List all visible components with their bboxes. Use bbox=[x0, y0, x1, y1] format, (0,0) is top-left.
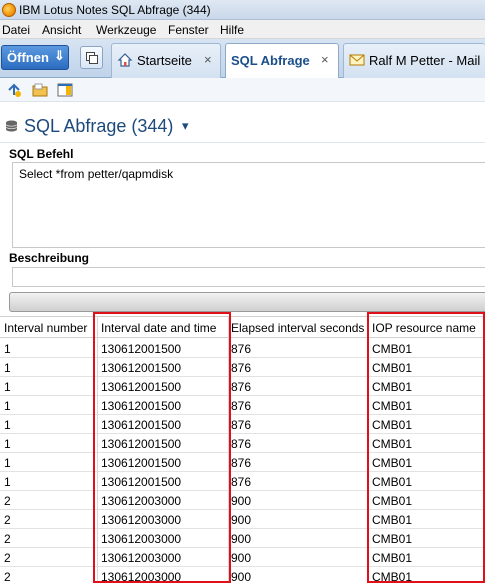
tab-ralf-mail[interactable]: Ralf M Petter - Mail bbox=[343, 43, 485, 78]
view-title: SQL Abfrage (344) bbox=[24, 116, 174, 136]
tab-startseite-label: Startseite bbox=[137, 53, 192, 68]
tab-ralf-mail-label: Ralf M Petter - Mail bbox=[369, 53, 481, 68]
preview-pane-icon[interactable] bbox=[57, 82, 73, 98]
cell-elapsed-seconds: 876 bbox=[231, 418, 252, 432]
cell-elapsed-seconds: 876 bbox=[231, 437, 252, 451]
tab-sql-abfrage[interactable]: SQL Abfrage × bbox=[225, 43, 339, 79]
description-label: Beschreibung bbox=[9, 251, 90, 265]
cell-elapsed-seconds: 876 bbox=[231, 475, 252, 489]
cell-elapsed-seconds: 876 bbox=[231, 399, 252, 413]
sql-command-label: SQL Befehl bbox=[9, 147, 74, 161]
cell-interval-number: 1 bbox=[4, 475, 11, 489]
menu-bar: Datei Ansicht Werkzeuge Fenster Hilfe bbox=[0, 20, 485, 39]
view-header: SQL Abfrage (344) ▾ bbox=[0, 103, 485, 143]
menu-fenster[interactable]: Fenster bbox=[168, 23, 209, 37]
toolbar bbox=[0, 78, 485, 102]
cell-interval-number: 1 bbox=[4, 456, 11, 470]
lotus-notes-app-icon bbox=[2, 3, 16, 17]
mail-icon bbox=[349, 54, 365, 66]
cell-elapsed-seconds: 900 bbox=[231, 513, 252, 527]
cell-elapsed-seconds: 900 bbox=[231, 570, 252, 583]
open-button-label: Öffnen bbox=[7, 50, 49, 65]
menu-ansicht[interactable]: Ansicht bbox=[42, 23, 81, 37]
chevron-down-icon[interactable]: ▾ bbox=[182, 118, 189, 134]
menu-datei[interactable]: Datei bbox=[2, 23, 30, 37]
home-icon bbox=[117, 53, 133, 67]
cell-interval-number: 2 bbox=[4, 551, 11, 565]
database-icon bbox=[5, 120, 18, 132]
highlight-box-resource-column bbox=[367, 312, 485, 583]
cell-elapsed-seconds: 876 bbox=[231, 361, 252, 375]
cell-elapsed-seconds: 900 bbox=[231, 494, 252, 508]
folder-icon[interactable] bbox=[32, 82, 48, 98]
column-header-interval-number[interactable]: Interval number bbox=[4, 321, 87, 335]
title-bar: IBM Lotus Notes SQL Abfrage (344) bbox=[0, 0, 485, 20]
cell-interval-number: 2 bbox=[4, 494, 11, 508]
cell-interval-number: 1 bbox=[4, 361, 11, 375]
column-header-elapsed-seconds[interactable]: Elapsed interval seconds bbox=[231, 321, 364, 335]
window-switch-button[interactable] bbox=[80, 46, 103, 69]
sql-command-text: Select *from petter/qapmdisk bbox=[19, 167, 174, 181]
window-title: IBM Lotus Notes SQL Abfrage (344) bbox=[19, 3, 211, 17]
menu-hilfe[interactable]: Hilfe bbox=[220, 23, 244, 37]
highlight-box-date-column bbox=[93, 312, 231, 583]
run-query-bar[interactable] bbox=[9, 292, 485, 312]
cell-elapsed-seconds: 900 bbox=[231, 532, 252, 546]
cell-interval-number: 1 bbox=[4, 342, 11, 356]
description-field[interactable] bbox=[12, 267, 485, 287]
cell-elapsed-seconds: 900 bbox=[231, 551, 252, 565]
cell-interval-number: 2 bbox=[4, 513, 11, 527]
cell-interval-number: 1 bbox=[4, 399, 11, 413]
cell-elapsed-seconds: 876 bbox=[231, 456, 252, 470]
cell-interval-number: 1 bbox=[4, 418, 11, 432]
tab-startseite[interactable]: Startseite × bbox=[111, 43, 221, 78]
tab-sql-abfrage-label: SQL Abfrage bbox=[231, 53, 310, 68]
cell-interval-number: 2 bbox=[4, 532, 11, 546]
sql-command-field[interactable]: Select *from petter/qapmdisk bbox=[12, 162, 485, 248]
cell-elapsed-seconds: 876 bbox=[231, 342, 252, 356]
window-stack-icon-front bbox=[89, 55, 98, 64]
cell-interval-number: 1 bbox=[4, 380, 11, 394]
menu-werkzeuge[interactable]: Werkzeuge bbox=[96, 23, 156, 37]
cell-interval-number: 1 bbox=[4, 437, 11, 451]
open-dropdown-icon[interactable]: ⇓ bbox=[54, 48, 65, 64]
open-button[interactable]: Öffnen ⇓ bbox=[1, 45, 69, 70]
cell-elapsed-seconds: 876 bbox=[231, 380, 252, 394]
tab-strip: Öffnen ⇓ Startseite × SQL Abfrage × Ralf… bbox=[0, 39, 485, 79]
close-icon[interactable]: × bbox=[321, 52, 329, 67]
new-item-icon[interactable] bbox=[6, 82, 22, 98]
cell-interval-number: 2 bbox=[4, 570, 11, 583]
close-icon[interactable]: × bbox=[204, 52, 212, 67]
